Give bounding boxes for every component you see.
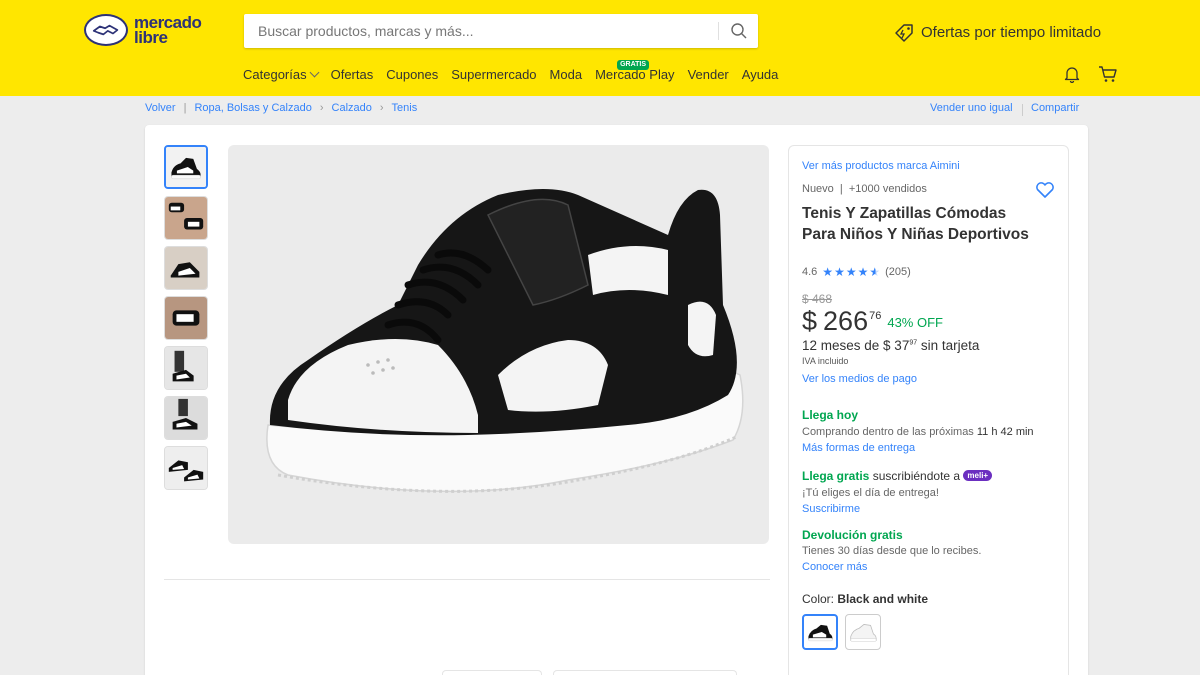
- payment-methods-link[interactable]: Ver los medios de pago: [802, 373, 917, 385]
- tax-note: IVA incluido: [802, 356, 849, 366]
- chevron-right-icon: ›: [379, 102, 384, 114]
- search-input[interactable]: [244, 14, 714, 48]
- tab-placeholder: [442, 670, 542, 675]
- color-swatch-black-white[interactable]: [802, 614, 838, 650]
- logo-line-2: libre: [134, 28, 168, 47]
- search-divider: [718, 22, 719, 40]
- star-icon: ★: [845, 265, 857, 279]
- thumbnail-6[interactable]: [164, 396, 208, 440]
- meli-plus-badge: meli+: [963, 470, 993, 482]
- free-shipping-title: Llega gratis: [802, 469, 870, 483]
- product-title: Tenis Y Zapatillas Cómodas Para Niños Y …: [802, 205, 1029, 243]
- thumbnail-1[interactable]: [164, 145, 208, 189]
- price-cents: 76: [869, 310, 882, 322]
- breadcrumb-separator: |: [183, 102, 187, 114]
- sell-same-link[interactable]: Vender uno igual: [930, 102, 1013, 114]
- star-icon: ★: [857, 265, 869, 279]
- nav-label: Categorías: [243, 67, 307, 82]
- more-delivery-link[interactable]: Más formas de entrega: [802, 442, 915, 454]
- promo-text: Ofertas por tiempo limitado: [921, 23, 1102, 41]
- breadcrumb: Volver | Ropa, Bolsas y Calzado › Calzad…: [145, 102, 417, 114]
- star-icon: ★: [822, 265, 834, 279]
- rating-stars: ★ ★ ★ ★ ★: [822, 265, 880, 279]
- breadcrumb-separator: [1022, 104, 1023, 116]
- thumbnail-4[interactable]: [164, 296, 208, 340]
- free-shipping-sub: ¡Tú eliges el día de entrega!: [802, 487, 939, 499]
- mercadolibre-logo[interactable]: mercado libre: [84, 14, 206, 50]
- condition-sold: Nuevo | +1000 vendidos: [802, 183, 927, 195]
- original-price: $ 468: [802, 292, 833, 306]
- learn-more-link[interactable]: Conocer más: [802, 561, 867, 573]
- sneaker-image: [266, 189, 744, 493]
- current-price: $ 266 76 43% OFF: [802, 306, 943, 337]
- thumbnail-5[interactable]: [164, 346, 208, 390]
- rating-row[interactable]: 4.6 ★ ★ ★ ★ ★ (205): [802, 265, 911, 279]
- shipping-today-text: Comprando dentro de las próximas: [802, 426, 977, 438]
- installments-cents: 97: [909, 339, 918, 347]
- promo-link[interactable]: Ofertas por tiempo limitado: [893, 20, 1101, 44]
- gratis-badge: GRATIS: [617, 60, 650, 70]
- color-label: Color:: [802, 592, 838, 606]
- nav-cupones[interactable]: Cupones: [386, 67, 438, 82]
- main-product-image[interactable]: [228, 145, 769, 544]
- thumbnail-2[interactable]: [164, 196, 208, 240]
- cart-icon[interactable]: [1098, 65, 1118, 83]
- price-currency: $: [802, 306, 818, 336]
- installments-amount: 12 meses de $ 37: [802, 338, 910, 353]
- chevron-down-icon: [309, 67, 320, 78]
- bell-icon[interactable]: [1063, 65, 1081, 83]
- main-nav: Categorías Ofertas Cupones Supermercado …: [243, 60, 779, 82]
- search-bar: [244, 14, 758, 48]
- breadcrumb-item[interactable]: Calzado: [332, 102, 372, 114]
- nav-moda[interactable]: Moda: [550, 67, 583, 82]
- free-return-detail: Tienes 30 días desde que lo recibes.: [802, 545, 982, 557]
- tag-icon: [895, 24, 913, 42]
- nav-supermercado[interactable]: Supermercado: [451, 67, 536, 82]
- heart-icon[interactable]: [1035, 181, 1055, 199]
- back-link[interactable]: Volver: [145, 102, 176, 114]
- thumbnail-3[interactable]: [164, 246, 208, 290]
- color-swatch-white[interactable]: [845, 614, 881, 650]
- nav-categorias[interactable]: Categorías: [243, 67, 320, 82]
- installments-suffix: sin tarjeta: [917, 338, 980, 353]
- thumbnail-7[interactable]: [164, 446, 208, 490]
- countdown: 11 h 42 min: [976, 426, 1034, 438]
- nav-vender[interactable]: Vender: [688, 67, 729, 82]
- price-integer: 266: [823, 306, 869, 336]
- shipping-today-title: Llega hoy: [802, 408, 859, 422]
- color-selector-label: Color: Black and white: [802, 592, 928, 606]
- share-link[interactable]: Compartir: [1031, 102, 1079, 114]
- brand-link[interactable]: Ver más productos marca Aimini: [802, 160, 960, 172]
- nav-ofertas[interactable]: Ofertas: [331, 67, 374, 82]
- chevron-right-icon: ›: [319, 102, 324, 114]
- free-shipping-row: Llega gratis suscribiéndote a meli+: [802, 469, 993, 483]
- buy-box: Ver más productos marca Aimini Nuevo | +…: [788, 145, 1069, 675]
- tab-placeholder: [553, 670, 737, 675]
- star-half-icon: ★: [869, 265, 881, 279]
- color-value: Black and white: [837, 592, 929, 606]
- header: mercado libre Ofertas por tiempo limitad…: [0, 0, 1200, 96]
- breadcrumb-item[interactable]: Ropa, Bolsas y Calzado: [194, 102, 311, 114]
- breadcrumb-item[interactable]: Tenis: [392, 102, 418, 114]
- installments: 12 meses de $ 3797 sin tarjeta: [802, 338, 979, 353]
- review-count: (205): [885, 266, 911, 278]
- discount-badge: 43% OFF: [887, 315, 943, 330]
- rating-value: 4.6: [802, 266, 818, 278]
- star-icon: ★: [834, 265, 845, 279]
- shipping-today-detail: Comprando dentro de las próximas 11 h 42…: [802, 426, 1034, 438]
- gallery-divider: [164, 579, 770, 580]
- nav-ayuda[interactable]: Ayuda: [742, 67, 779, 82]
- logo-text: mercado libre: [134, 14, 202, 47]
- free-return-title: Devolución gratis: [802, 528, 903, 542]
- nav-mercado-play[interactable]: GRATIS Mercado Play: [595, 60, 675, 82]
- search-icon[interactable]: [730, 22, 748, 40]
- handshake-icon: [84, 14, 128, 46]
- free-shipping-text: suscribiéndote a: [869, 469, 964, 483]
- subscribe-link[interactable]: Suscribirme: [802, 503, 860, 515]
